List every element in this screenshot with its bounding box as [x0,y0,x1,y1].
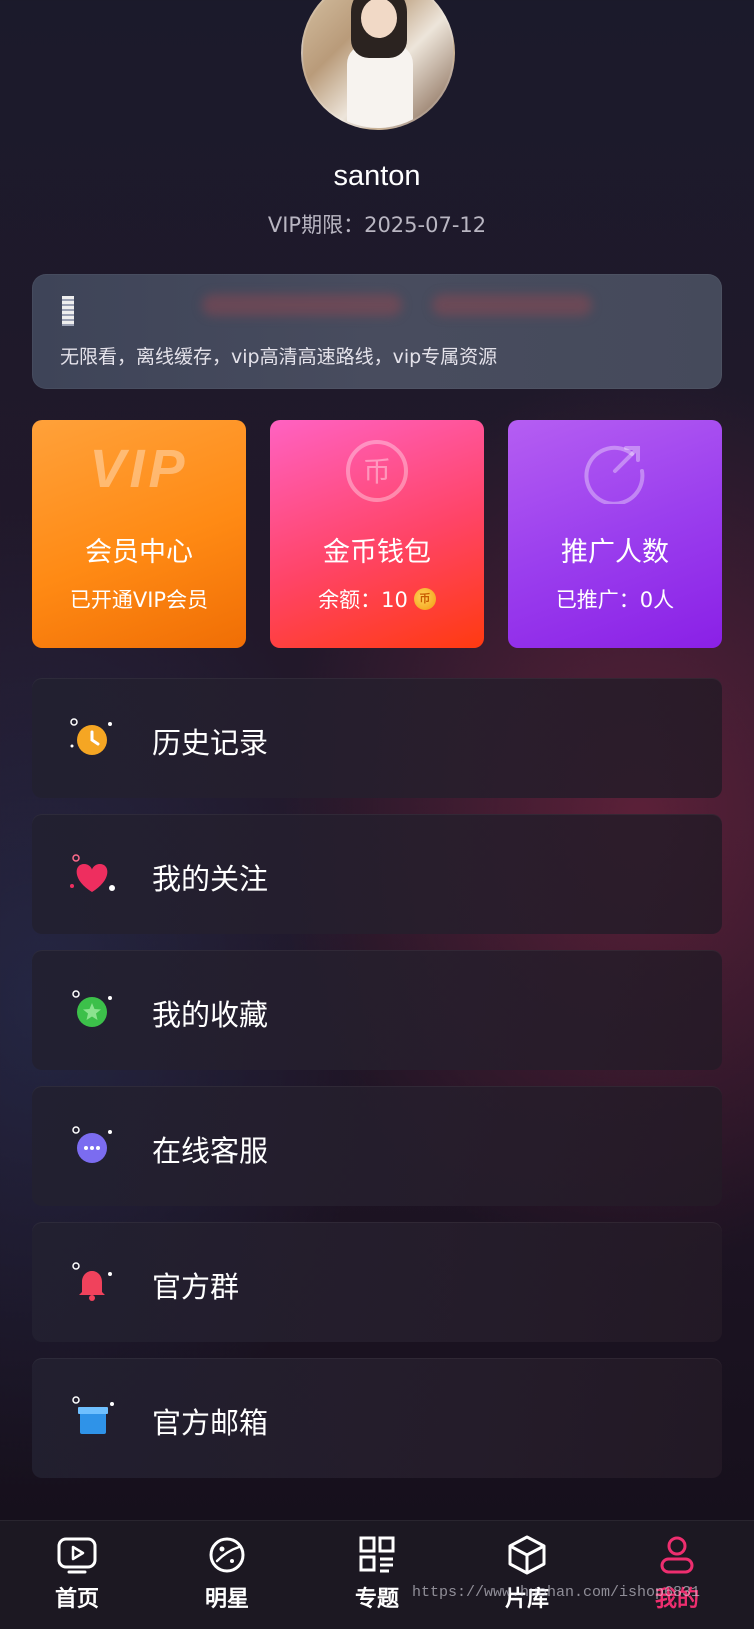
tab-label: 首页 [54,1587,99,1612]
svg-text:币: 币 [363,455,391,488]
chat-icon [72,1126,112,1163]
promotion-card[interactable]: 推广人数 已推广：0人 [508,420,722,648]
menu-label: 在线客服 [152,1134,269,1168]
watermark: https://www.huohan.com/ishop6831 [412,1584,701,1601]
member-center-title: 会员中心 [85,537,193,568]
menu-label: 历史记录 [152,726,269,760]
bottom-tab-bar: 首页 明星 专题 片库 我的 [0,1520,754,1629]
username: santon [333,160,421,192]
tv-icon [57,1537,97,1574]
menu-item-official-group[interactable]: 官方群 [32,1222,722,1342]
coin-small-icon: 币 [413,588,436,610]
cube-icon [508,1535,546,1575]
menu-item-history[interactable]: 历史记录 [32,678,722,798]
tab-topics[interactable]: 专题 [317,1535,437,1613]
tab-home[interactable]: 首页 [17,1535,137,1613]
ruler-icon [62,296,74,326]
redacted-text [432,294,592,316]
menu-label: 官方群 [152,1270,240,1304]
menu-label: 官方邮箱 [152,1406,269,1440]
redacted-text [202,294,402,316]
vip-badge: VIP [89,439,189,499]
vip-benefits-text: 无限看，离线缓存，vip高清高速路线，vip专属资源 [60,346,498,368]
coin-balance-text: 余额：10 [318,588,408,612]
promotion-title: 推广人数 [561,537,669,568]
share-arrow-icon [584,445,645,504]
vip-benefits-banner[interactable]: 无限看，离线缓存，vip高清高速路线，vip专属资源 [32,274,722,389]
heart-icon [70,854,115,892]
menu-item-official-email[interactable]: 官方邮箱 [32,1358,722,1478]
planet-icon [209,1537,245,1573]
mailbox-icon [72,1396,114,1434]
tab-label: 明星 [204,1587,249,1612]
coin-wallet-title: 金币钱包 [323,537,431,568]
user-icon [660,1536,694,1574]
tab-library[interactable]: 片库 [467,1535,587,1613]
promotion-count: 已推广：0人 [555,588,675,612]
coin-wallet-card[interactable]: 币 金币钱包 余额：10 币 [270,420,484,648]
menu-item-following[interactable]: 我的关注 [32,814,722,934]
coin-icon: 币 [346,440,408,502]
tab-stars[interactable]: 明星 [167,1535,287,1613]
menu-label: 我的关注 [152,862,269,896]
member-center-card[interactable]: VIP 会员中心 已开通VIP会员 [32,420,246,648]
tab-mine[interactable]: 我的 [617,1535,737,1613]
vip-expire-date: VIP期限：2025-07-12 [267,213,487,237]
coin-balance: 余额：10 币 [270,584,484,614]
menu-item-favorites[interactable]: 我的收藏 [32,950,722,1070]
member-status: 已开通VIP会员 [69,588,209,612]
bell-icon [72,1262,112,1301]
clock-icon [70,718,112,755]
grid-icon [359,1536,395,1573]
menu-item-customer-service[interactable]: 在线客服 [32,1086,722,1206]
star-icon [72,990,112,1027]
avatar[interactable] [301,0,455,130]
menu-label: 我的收藏 [152,998,269,1032]
